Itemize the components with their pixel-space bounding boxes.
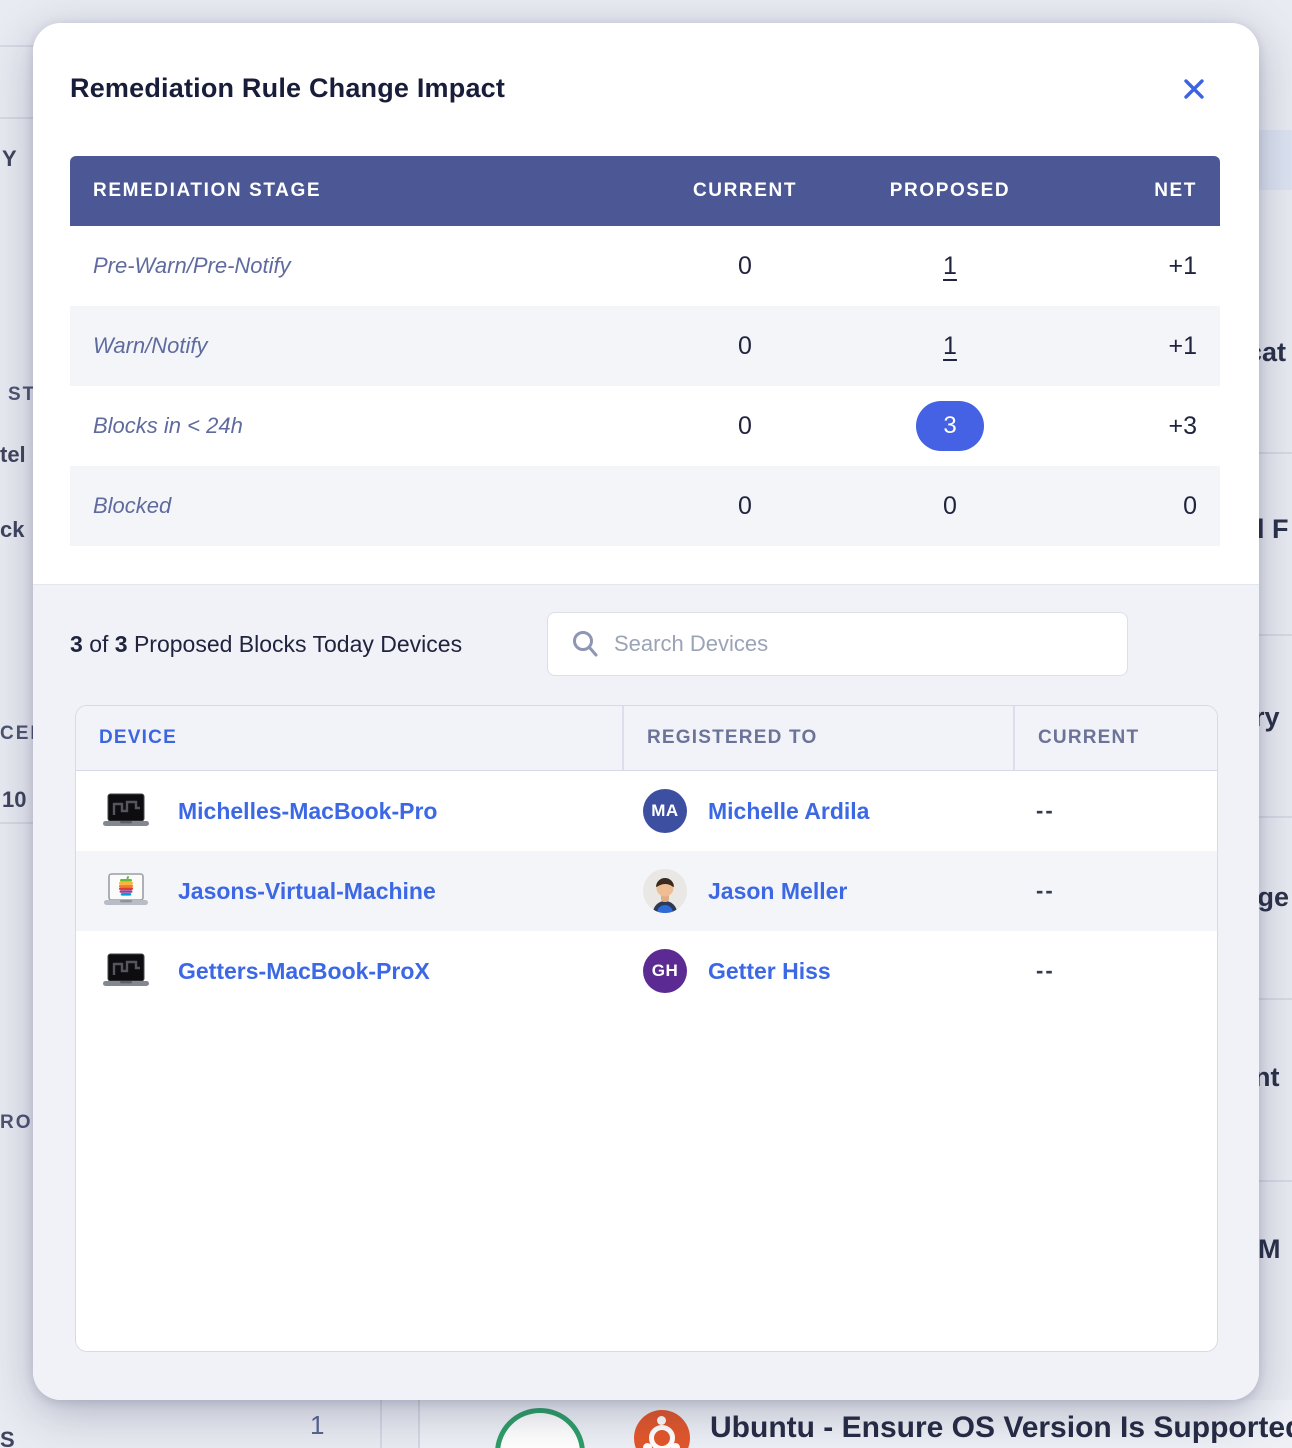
col-header-current: CURRENT <box>660 180 830 202</box>
current-value: 0 <box>660 252 830 281</box>
search-icon <box>570 629 600 659</box>
bg-text-fragment: M <box>1258 1234 1281 1265</box>
current-value: 0 <box>660 492 830 521</box>
modal-devices-section: 3 of 3 Proposed Blocks Today Devices DEV… <box>33 584 1259 1400</box>
device-name-link[interactable]: Jasons-Virtual-Machine <box>178 878 436 905</box>
net-value: +3 <box>1070 412 1220 441</box>
bg-column-divider <box>418 1400 420 1448</box>
current-value: -- <box>1013 878 1217 904</box>
col-header-device[interactable]: DEVICE <box>76 706 622 770</box>
stage-label: Pre-Warn/Pre-Notify <box>70 253 660 279</box>
impact-row: Blocked 0 0 0 <box>70 466 1220 546</box>
bg-divider <box>1259 1180 1292 1182</box>
proposed-count-link[interactable]: 1 <box>943 332 957 360</box>
bg-divider <box>1259 998 1292 1000</box>
impact-row: Pre-Warn/Pre-Notify 0 1 +1 <box>70 226 1220 306</box>
stage-label: Warn/Notify <box>70 333 660 359</box>
bg-text-fragment: Y <box>2 146 17 172</box>
proposed-count-link[interactable]: 1 <box>943 252 957 280</box>
impact-row: Warn/Notify 0 1 +1 <box>70 306 1220 386</box>
net-value: 0 <box>1070 492 1220 521</box>
device-search[interactable] <box>547 612 1128 676</box>
col-header-remediation-stage: REMEDIATION STAGE <box>70 180 660 202</box>
modal-title: Remediation Rule Change Impact <box>70 73 505 104</box>
proposed-count-pill-selected[interactable]: 3 <box>916 401 984 451</box>
search-input[interactable] <box>614 631 1109 657</box>
col-header-net: NET <box>1070 180 1220 202</box>
col-header-registered-to[interactable]: REGISTERED TO <box>622 706 1013 770</box>
user-name-link[interactable]: Jason Meller <box>708 878 847 905</box>
device-table-empty-area <box>76 1011 1217 1351</box>
bg-divider <box>1259 816 1292 818</box>
stage-label: Blocks in < 24h <box>70 413 660 439</box>
bg-divider <box>0 822 33 824</box>
bg-text-fragment: 10 <box>2 787 26 813</box>
bg-divider <box>1259 452 1292 454</box>
net-value: +1 <box>1070 252 1220 281</box>
impact-row: Blocks in < 24h 0 3 +3 <box>70 386 1220 466</box>
macbook-dark-icon <box>101 791 151 831</box>
device-name-link[interactable]: Michelles-MacBook-Pro <box>178 798 437 825</box>
bg-bottom-row: 1 Ubuntu - Ensure OS Version Is Supporte… <box>0 1400 1292 1448</box>
avatar-photo <box>643 869 687 913</box>
macbook-dark-icon <box>101 951 151 991</box>
current-value: 0 <box>660 412 830 441</box>
bg-text-fragment: tel <box>0 442 26 468</box>
device-table-header: DEVICE REGISTERED TO CURRENT <box>76 706 1217 771</box>
proposed-value: 0 <box>830 492 1070 521</box>
user-name-link[interactable]: Michelle Ardila <box>708 798 869 825</box>
stage-label: Blocked <box>70 493 660 519</box>
table-row: Getters-MacBook-ProX GH Getter Hiss -- <box>76 931 1217 1011</box>
modal-top-section: Remediation Rule Change Impact REMEDIATI… <box>33 23 1259 584</box>
device-table: DEVICE REGISTERED TO CURRENT Michelles-M… <box>75 705 1218 1352</box>
devices-count-text: 3 of 3 Proposed Blocks Today Devices <box>70 631 520 658</box>
avatar: GH <box>643 949 687 993</box>
bg-column-divider <box>380 1400 382 1448</box>
net-value: +1 <box>1070 332 1220 361</box>
user-name-link[interactable]: Getter Hiss <box>708 958 831 985</box>
current-value: -- <box>1013 798 1217 824</box>
col-header-current[interactable]: CURRENT <box>1013 706 1217 770</box>
bg-row-number: 1 <box>310 1410 324 1441</box>
bg-divider <box>1259 634 1292 636</box>
current-value: 0 <box>660 332 830 361</box>
current-value: -- <box>1013 958 1217 984</box>
remediation-impact-modal: Remediation Rule Change Impact REMEDIATI… <box>33 23 1259 1400</box>
impact-table-header: REMEDIATION STAGE CURRENT PROPOSED NET <box>70 156 1220 226</box>
bg-check-title: Ubuntu - Ensure OS Version Is Supported <box>710 1411 1292 1445</box>
close-icon[interactable] <box>1178 73 1210 108</box>
table-row: Michelles-MacBook-Pro MA Michelle Ardila… <box>76 771 1217 851</box>
bg-divider <box>0 45 33 47</box>
col-header-proposed: PROPOSED <box>830 180 1070 202</box>
avatar: MA <box>643 789 687 833</box>
bg-divider <box>0 117 33 119</box>
device-name-link[interactable]: Getters-MacBook-ProX <box>178 958 430 985</box>
bg-text-fragment: RO <box>0 1112 33 1134</box>
table-row: Jasons-Virtual-Machine Jason Melle <box>76 851 1217 931</box>
bg-highlight-band <box>1259 130 1292 190</box>
bg-text-fragment: ck <box>0 517 24 543</box>
macbook-light-apple-icon <box>101 871 151 911</box>
impact-table: REMEDIATION STAGE CURRENT PROPOSED NET P… <box>70 156 1220 546</box>
